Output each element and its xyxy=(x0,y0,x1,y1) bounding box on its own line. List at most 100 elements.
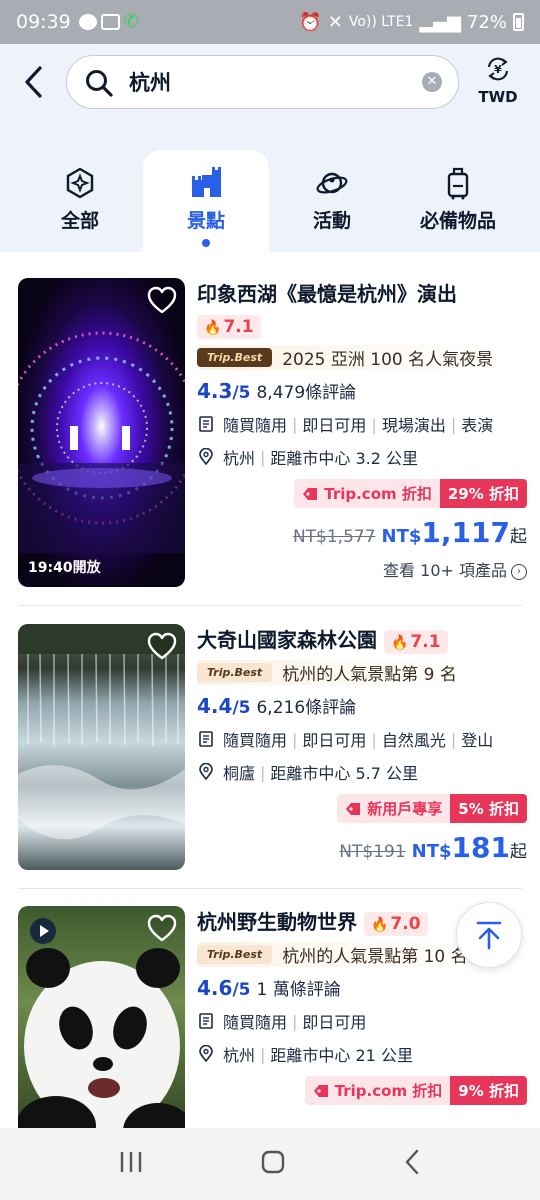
category-tabs: 全部 景點 活動 必備物品 xyxy=(0,122,540,252)
hot-score: 7.1 xyxy=(223,317,254,337)
feature-tag: 隨買隨用 xyxy=(223,731,288,750)
chevron-left-icon xyxy=(25,66,42,98)
location-line: 桐廬 | 距離市中心 5.7 公里 xyxy=(197,760,527,784)
location-pin-icon xyxy=(199,763,213,781)
award-banner[interactable]: Trip.Best 杭州的人氣景點第 9 名 xyxy=(197,660,463,685)
promo-badge: Trip.com 折扣 9% 折扣 xyxy=(197,1076,527,1105)
arrow-up-icon xyxy=(476,921,502,950)
award-text: 2025 亞洲 100 名人氣夜景 xyxy=(282,350,494,370)
flame-icon: 🔥 xyxy=(204,320,222,336)
tab-all[interactable]: 全部 xyxy=(17,150,143,250)
hot-score-badge: 🔥 7.1 xyxy=(383,630,448,654)
gallery-notification-icon xyxy=(100,14,120,30)
award-text: 杭州的人氣景點第 9 名 xyxy=(282,665,457,685)
price-line: NT$191 NT$181起 xyxy=(197,831,527,864)
home-icon xyxy=(261,1150,285,1174)
promo-label: 新用戶專享 xyxy=(367,800,443,818)
tab-attractions[interactable]: 景點 xyxy=(143,150,269,252)
back-button[interactable] xyxy=(22,62,52,102)
document-icon xyxy=(199,416,213,432)
active-tab-indicator xyxy=(202,239,210,247)
attraction-castle-icon xyxy=(192,167,221,197)
back-nav-button[interactable] xyxy=(402,1148,422,1180)
original-price: NT$1,577 xyxy=(292,527,376,547)
promo-badge: 新用戶專享 5% 折扣 xyxy=(197,794,527,823)
status-bar: 09:39 ✆ ⏰ ✕ Vo)) LTE1 ▂▄▆ 72% xyxy=(0,0,540,44)
currency-switcher[interactable]: ¥ TWD xyxy=(470,56,526,106)
clear-search-button[interactable]: ✕ xyxy=(422,72,442,92)
review-count: 8,479條評論 xyxy=(256,383,357,403)
price-suffix: 起 xyxy=(510,842,527,862)
trip-best-badge: Trip.Best xyxy=(197,348,273,367)
illuminated-stage-image xyxy=(18,331,185,553)
recent-apps-button[interactable] xyxy=(118,1150,144,1178)
attraction-thumbnail[interactable]: 19:40開放 xyxy=(18,278,185,587)
network-indicator: Vo)) LTE1 xyxy=(348,14,414,30)
chat-notification-icon xyxy=(78,14,97,30)
trip-best-badge: Trip.Best xyxy=(197,663,273,682)
home-button[interactable] xyxy=(260,1149,286,1179)
hot-score: 7.1 xyxy=(410,632,441,652)
rating-score: 4.3 xyxy=(197,379,233,403)
search-box[interactable]: ✕ xyxy=(66,55,459,109)
feature-tag: 隨買隨用 xyxy=(223,1013,288,1032)
distance-text: 距離市中心 3.2 公里 xyxy=(270,449,419,468)
attraction-card[interactable]: 大奇山國家森林公園 🔥 7.1 Trip.Best 杭州的人氣景點第 9 名 4.4… xyxy=(0,624,540,870)
discount-percent: 9% 折扣 xyxy=(450,1076,527,1105)
rating-max: /5 xyxy=(232,383,251,403)
attraction-title: 杭州野生動物世界 xyxy=(197,910,357,934)
rating-line: 4.6/5 1 萬條評論 xyxy=(197,975,527,1000)
location-city: 杭州 xyxy=(223,449,256,468)
heart-icon xyxy=(147,914,177,942)
tag-icon xyxy=(313,1084,328,1097)
feature-tag: 即日可用 xyxy=(302,1013,367,1032)
search-input[interactable] xyxy=(129,64,409,100)
attraction-thumbnail[interactable] xyxy=(18,624,185,870)
location-pin-icon xyxy=(199,1045,213,1063)
scroll-to-top-button[interactable] xyxy=(456,902,522,968)
attraction-info: 大奇山國家森林公園 🔥 7.1 Trip.Best 杭州的人氣景點第 9 名 4.4… xyxy=(197,624,527,864)
attraction-title: 印象西湖《最憶是杭州》演出 xyxy=(197,282,457,306)
tag-icon xyxy=(346,802,361,815)
heart-icon xyxy=(147,286,177,314)
attraction-thumbnail[interactable] xyxy=(18,906,185,1128)
rating-line: 4.4/5 6,216條評論 xyxy=(197,693,527,718)
rating-max: /5 xyxy=(232,698,251,718)
location-city: 杭州 xyxy=(223,1046,256,1065)
location-city: 桐廬 xyxy=(223,764,256,783)
all-sparkle-icon xyxy=(66,167,94,199)
hot-score-badge: 🔥 7.1 xyxy=(197,315,261,339)
currency-exchange-icon: ¥ xyxy=(488,57,508,81)
distance-text: 距離市中心 21 公里 xyxy=(270,1046,413,1065)
tab-activities[interactable]: 活動 xyxy=(269,150,395,250)
feature-tag: 自然風光 xyxy=(381,731,446,750)
play-video-button[interactable] xyxy=(30,918,56,944)
price-amount: 181 xyxy=(451,831,510,864)
hot-score-badge: 🔥 7.0 xyxy=(363,912,428,936)
heart-icon xyxy=(147,632,177,660)
document-icon xyxy=(199,1013,213,1029)
tab-label: 全部 xyxy=(60,210,99,232)
view-more-text: 查看 10+ 項產品 xyxy=(383,561,507,580)
attraction-title: 大奇山國家森林公園 xyxy=(197,628,377,652)
favorite-button[interactable] xyxy=(147,914,177,942)
location-line: 杭州 | 距離市中心 3.2 公里 xyxy=(197,445,527,469)
attraction-card[interactable]: 19:40開放 印象西湖《最憶是杭州》演出 🔥 7.1 Trip.Best 2025… xyxy=(0,278,540,588)
battery-icon xyxy=(513,13,524,31)
discount-percent: 5% 折扣 xyxy=(450,794,527,823)
award-banner[interactable]: Trip.Best 杭州的人氣景點第 10 名 xyxy=(197,942,465,967)
original-price: NT$191 xyxy=(339,842,406,862)
favorite-button[interactable] xyxy=(147,632,177,660)
svg-text:¥: ¥ xyxy=(494,63,502,76)
status-time: 09:39 xyxy=(16,11,71,33)
rating-max: /5 xyxy=(232,980,251,1000)
flame-icon: 🔥 xyxy=(370,917,389,933)
award-banner[interactable]: Trip.Best 2025 亞洲 100 名人氣夜景 xyxy=(197,345,500,370)
price-amount: 1,117 xyxy=(421,516,510,549)
feature-tag: 表演 xyxy=(461,416,494,435)
tab-essentials[interactable]: 必備物品 xyxy=(395,150,521,250)
features-line: 隨買隨用 | 即日可用 | 自然風光 | 登山 xyxy=(197,727,527,751)
view-more-products-link[interactable]: 查看 10+ 項產品 › xyxy=(197,557,527,581)
favorite-button[interactable] xyxy=(147,286,177,314)
review-count: 6,216條評論 xyxy=(256,698,357,718)
